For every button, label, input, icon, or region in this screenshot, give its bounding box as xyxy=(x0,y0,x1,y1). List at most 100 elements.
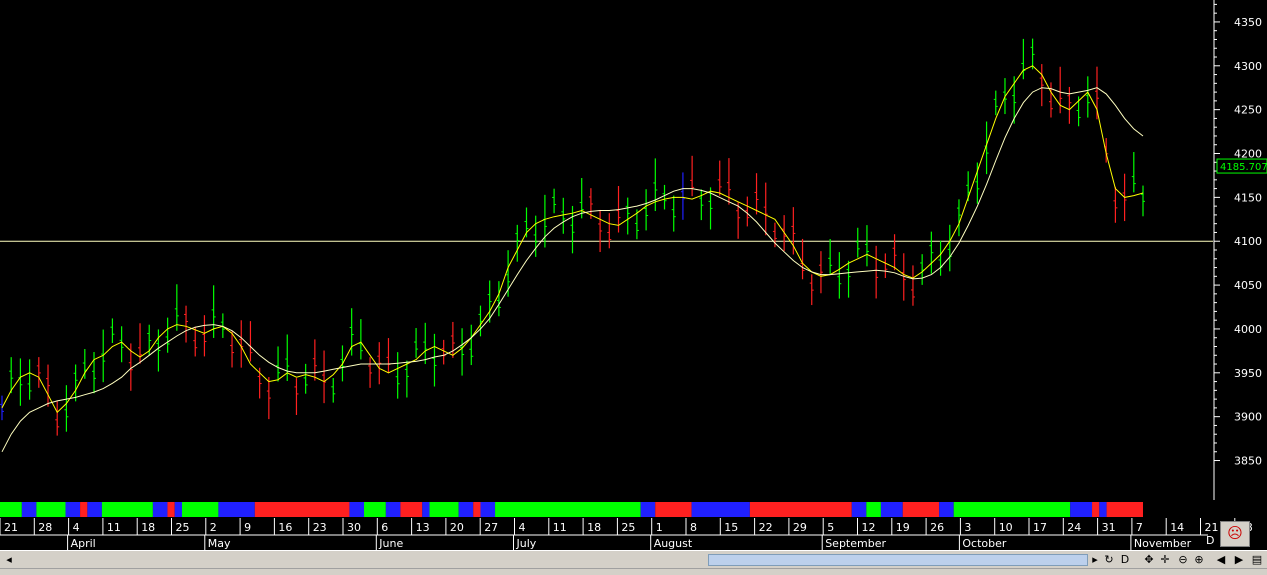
x-tick-label: 13 xyxy=(416,521,430,534)
price-bar xyxy=(662,184,667,210)
trend-segment xyxy=(167,502,175,517)
y-tick-label: 4300 xyxy=(1234,60,1262,73)
price-bar xyxy=(73,364,78,402)
trend-segment xyxy=(182,502,219,517)
x-tick-label: 5 xyxy=(827,521,834,534)
price-bar xyxy=(496,281,501,317)
x-tick-label: 20 xyxy=(450,521,464,534)
price-bar xyxy=(432,333,437,387)
trend-segment xyxy=(880,502,903,517)
scroll-right-icon[interactable]: ▸ xyxy=(1088,553,1102,567)
price-bar xyxy=(202,315,207,357)
price-bar xyxy=(450,321,455,358)
trend-segment xyxy=(21,502,37,517)
y-tick-label: 4350 xyxy=(1234,16,1262,29)
x-tick-label: 21 xyxy=(1205,521,1219,534)
price-bar xyxy=(322,350,327,404)
trend-segment xyxy=(349,502,365,517)
price-bar xyxy=(800,238,805,280)
price-bar xyxy=(119,326,124,363)
price-bar xyxy=(478,305,483,337)
trend-segment xyxy=(866,502,881,517)
x-tick-label: 12 xyxy=(862,521,876,534)
fit-icon[interactable]: ▤ xyxy=(1250,553,1264,567)
trend-segment xyxy=(87,502,102,517)
y-tick-label: 3950 xyxy=(1234,367,1262,380)
price-bar xyxy=(855,227,860,258)
crosshair-icon[interactable]: ✛ xyxy=(1158,553,1172,567)
price-bar xyxy=(809,274,814,306)
x-tick-label: 15 xyxy=(724,521,738,534)
trend-segment xyxy=(218,502,255,517)
trend-strip xyxy=(0,502,1143,517)
next-icon[interactable]: ▶ xyxy=(1232,553,1246,567)
price-bar xyxy=(883,253,888,278)
price-bar xyxy=(64,385,69,432)
trend-segment xyxy=(80,502,88,517)
price-bar xyxy=(1039,64,1044,107)
price-bar xyxy=(947,224,952,272)
x-tick-label: 16 xyxy=(278,521,292,534)
price-bar xyxy=(193,326,198,357)
price-chart[interactable]: 3850390039504000405041004150420042504300… xyxy=(0,0,1267,574)
trend-segment xyxy=(36,502,66,517)
refresh-icon[interactable]: ↻ xyxy=(1102,553,1116,567)
price-bar xyxy=(386,338,391,374)
price-bar xyxy=(1021,38,1026,80)
trend-segment xyxy=(1092,502,1100,517)
x-tick-label: 6 xyxy=(381,521,388,534)
y-tick-label: 3900 xyxy=(1234,411,1262,424)
price-bar xyxy=(892,234,897,271)
trend-segment xyxy=(429,502,459,517)
x-tick-label: 25 xyxy=(621,521,635,534)
price-bar xyxy=(542,194,547,248)
move-icon[interactable]: ✥ xyxy=(1142,553,1156,567)
scroll-thumb[interactable] xyxy=(708,554,1088,566)
trend-segment xyxy=(1106,502,1143,517)
price-bar xyxy=(763,182,768,236)
trend-segment xyxy=(364,502,386,517)
x-tick-label: 7 xyxy=(1136,521,1143,534)
x-tick-label: 22 xyxy=(759,521,773,534)
horizontal-scrollbar[interactable]: ◂ ▸ ↻ D ✥ ✛ ⊖ ⊕ ◀ ▶ ▤ xyxy=(0,550,1267,569)
x-tick-label: 1 xyxy=(656,521,663,534)
trend-segment xyxy=(254,502,350,517)
prev-icon[interactable]: ◀ xyxy=(1214,553,1228,567)
trend-segment xyxy=(174,502,183,517)
price-bar xyxy=(414,328,419,358)
price-bar xyxy=(864,225,869,267)
price-bar xyxy=(579,178,584,219)
trend-segment xyxy=(1070,502,1093,517)
trend-segment xyxy=(473,502,481,517)
trend-segment xyxy=(0,502,22,517)
x-tick-label: 29 xyxy=(793,521,807,534)
price-bar xyxy=(230,331,235,368)
x-tick-label: 4 xyxy=(73,521,80,534)
trend-segment xyxy=(422,502,430,517)
moving-average-2 xyxy=(1,87,1144,453)
price-bar xyxy=(1113,186,1118,223)
trend-segment xyxy=(65,502,81,517)
price-bar xyxy=(598,209,603,253)
trend-segment xyxy=(691,502,750,517)
day-icon[interactable]: D xyxy=(1118,553,1132,567)
sentiment-face-icon[interactable]: ☹ xyxy=(1220,521,1250,547)
y-tick-label: 4100 xyxy=(1234,235,1262,248)
trend-segment xyxy=(749,502,852,517)
price-bar xyxy=(358,319,363,360)
x-tick-label: 9 xyxy=(244,521,251,534)
x-tick-label: 18 xyxy=(141,521,155,534)
trend-segment xyxy=(1099,502,1107,517)
price-bar xyxy=(680,172,685,220)
scroll-left-icon[interactable]: ◂ xyxy=(2,553,16,567)
price-bar xyxy=(276,346,281,382)
month-label: July xyxy=(516,537,537,550)
date-unit-label: D xyxy=(1206,534,1215,547)
y-tick-label: 4250 xyxy=(1234,104,1262,117)
zoom-out-icon[interactable]: ⊖ xyxy=(1176,553,1190,567)
price-bar xyxy=(699,189,704,221)
price-bar xyxy=(184,305,189,343)
price-bar xyxy=(625,197,630,235)
x-tick-label: 10 xyxy=(999,521,1013,534)
zoom-in-icon[interactable]: ⊕ xyxy=(1192,553,1206,567)
